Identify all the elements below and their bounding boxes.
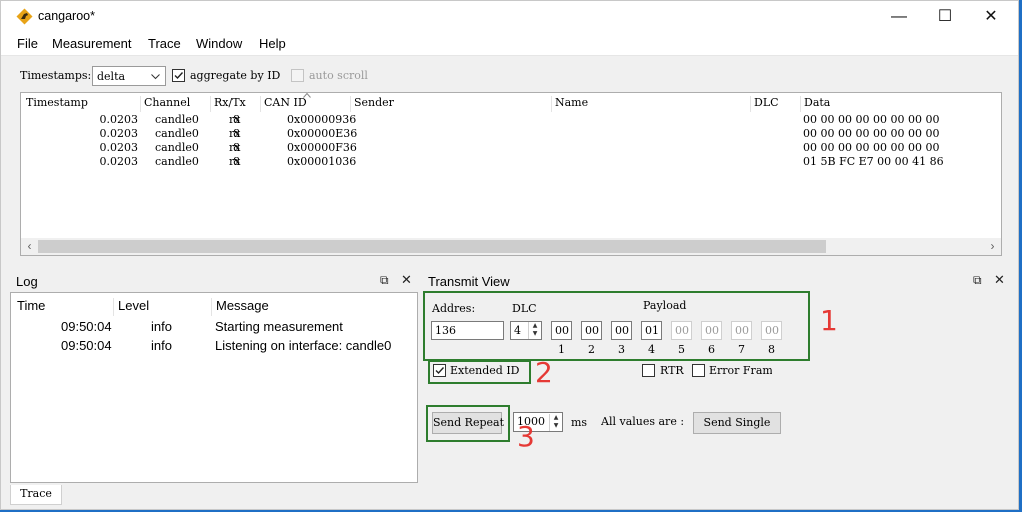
cell-timestamp: 0.0203 [99,113,139,126]
log-table[interactable]: Time Level Message 09:50:04 info Starting … [10,292,418,483]
log-row[interactable]: 09:50:04 info Starting measurement [11,319,417,338]
rtr-label: RTR [660,364,684,377]
app-window: cangaroo* — ☐ ✕ File Measurement Trace W… [0,0,1019,510]
cell-dlc: 8 [233,127,240,140]
annotation-number-2: 2 [535,356,553,389]
window-title: cangaroo* [38,9,95,23]
aggregate-label: aggregate by ID [190,69,281,82]
close-button[interactable]: ✕ [968,1,1014,32]
menu-file[interactable]: File [17,36,38,51]
cell-data: 00 00 00 00 00 00 00 00 [803,113,940,126]
sort-ascending-icon [303,93,311,98]
annotation-number-3: 3 [517,420,535,453]
log-row[interactable]: 09:50:04 info Listening on interface: cand… [11,338,417,357]
spin-up-icon[interactable]: ▲ [550,414,562,422]
col-timestamp[interactable]: Timestamp [23,96,88,112]
col-rxtx[interactable]: Rx/Tx [210,96,246,112]
rtr-checkbox[interactable] [642,364,655,377]
table-row[interactable]: 0.0203 candle0 rx 0x00000F36 8 00 00 00 00 00… [21,141,1001,155]
log-cell-time: 09:50:04 [61,338,112,353]
error-frame-label: Error Fram [709,364,772,377]
cell-can-id: 0x00000E36 [287,127,358,140]
log-cell-level: info [151,338,172,353]
col-can-id[interactable]: CAN ID [260,96,307,112]
timestamps-label: Timestamps: [20,69,92,82]
ms-label: ms [571,416,588,429]
annotation-box-3 [426,405,510,442]
title-bar: cangaroo* — ☐ ✕ [1,1,1018,32]
chevron-down-icon [151,74,160,80]
kangaroo-logo-icon [16,8,33,25]
annotation-number-1: 1 [820,304,838,337]
maximize-button[interactable]: ☐ [922,1,968,32]
annotation-box-1 [423,291,810,361]
table-row[interactable]: 0.0203 candle0 rx 0x00001036 8 01 5B FC E7 00… [21,155,1001,169]
horizontal-scrollbar[interactable]: ‹ › [21,238,1001,255]
scrollbar-thumb[interactable] [38,240,826,253]
log-col-message[interactable]: Message [211,298,269,316]
cell-dlc: 8 [233,155,240,168]
cell-data: 00 00 00 00 00 00 00 00 [803,141,940,154]
aggregate-checkbox[interactable] [172,69,185,82]
cell-dlc: 8 [233,141,240,154]
close-pane-icon[interactable]: ✕ [994,272,1005,288]
spin-down-icon[interactable]: ▼ [550,422,562,430]
autoscroll-label: auto scroll [309,69,368,82]
col-name[interactable]: Name [551,96,588,112]
error-frame-checkbox[interactable] [692,364,705,377]
trace-table[interactable]: Timestamp Channel Rx/Tx CAN ID Sender Na… [20,92,1002,256]
cell-can-id: 0x00001036 [287,155,357,168]
tab-trace[interactable]: Trace [10,485,62,505]
log-pane-title: Log [16,274,38,289]
log-col-time[interactable]: Time [13,298,45,316]
col-channel[interactable]: Channel [140,96,190,112]
cell-can-id: 0x00000936 [287,113,357,126]
col-dlc[interactable]: DLC [750,96,779,112]
cell-timestamp: 0.0203 [99,155,139,168]
cell-dlc: 8 [233,113,240,126]
log-cell-level: info [151,319,172,334]
annotation-box-2 [428,360,531,384]
scroll-right-icon[interactable]: › [984,238,1001,255]
log-col-level[interactable]: Level [113,298,149,316]
minimize-button[interactable]: — [876,1,922,32]
float-pane-icon[interactable]: ⧉ [380,273,389,288]
col-data[interactable]: Data [800,96,830,112]
col-sender[interactable]: Sender [350,96,394,112]
float-pane-icon[interactable]: ⧉ [973,273,982,288]
menu-help[interactable]: Help [259,36,286,51]
menu-bar: File Measurement Trace Window Help [1,32,1018,56]
table-row[interactable]: 0.0203 candle0 rx 0x00000E36 8 00 00 00 00 00… [21,127,1001,141]
cell-can-id: 0x00000F36 [287,141,357,154]
menu-window[interactable]: Window [196,36,242,51]
cell-data: 00 00 00 00 00 00 00 00 [803,127,940,140]
interval-spinner[interactable]: ▲ ▼ [549,414,562,431]
log-cell-message: Starting measurement [215,319,343,334]
cell-timestamp: 0.0203 [99,141,139,154]
cell-data: 01 5B FC E7 00 00 41 86 [803,155,944,168]
menu-trace[interactable]: Trace [148,36,181,51]
table-row[interactable]: 0.0203 candle0 rx 0x00000936 8 00 00 00 00 00… [21,113,1001,127]
close-pane-icon[interactable]: ✕ [401,272,412,288]
menu-measurement[interactable]: Measurement [52,36,131,51]
autoscroll-checkbox[interactable] [291,69,304,82]
log-cell-time: 09:50:04 [61,319,112,334]
timestamps-select[interactable]: delta [92,66,166,86]
all-values-label: All values are : [601,415,685,428]
send-single-button[interactable]: Send Single [693,412,781,434]
scroll-left-icon[interactable]: ‹ [21,238,38,255]
checkmark-icon [174,72,184,80]
log-cell-message: Listening on interface: candle0 [215,338,392,353]
trace-toolbar: Timestamps: delta aggregate by ID auto s… [1,57,1018,93]
cell-timestamp: 0.0203 [99,127,139,140]
timestamps-value: delta [97,70,126,83]
